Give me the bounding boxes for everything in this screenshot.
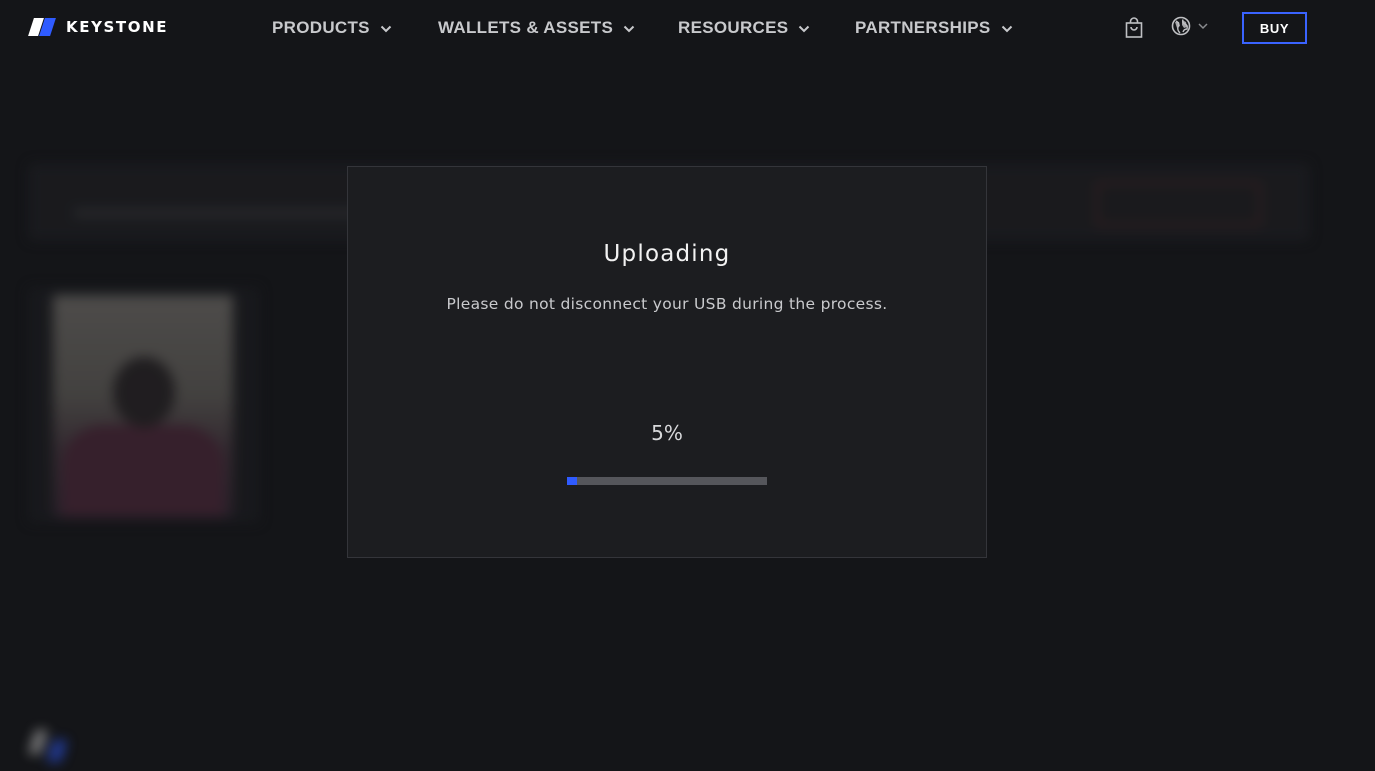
device-image [53, 295, 233, 517]
nav-item-label: PRODUCTS [272, 18, 370, 37]
nav-item-label: RESOURCES [678, 18, 789, 37]
chevron-down-icon [1197, 19, 1209, 37]
chevron-down-icon [797, 21, 811, 35]
upload-progress-dialog: Uploading Please do not disconnect your … [347, 166, 987, 558]
buy-button[interactable]: BUY [1242, 12, 1307, 44]
keystone-logo[interactable]: KEYSTONE [28, 17, 169, 37]
shopping-bag-icon[interactable] [1124, 17, 1144, 39]
chevron-down-icon [1000, 21, 1014, 35]
globe-icon [1171, 16, 1191, 41]
nav-item-label: WALLETS & ASSETS [438, 18, 614, 37]
brand-name: KEYSTONE [66, 18, 169, 36]
disconnect-button [1096, 182, 1261, 226]
nav-item-wallets-assets[interactable]: WALLETS & ASSETS [438, 17, 636, 39]
dialog-title: Uploading [603, 241, 731, 267]
dialog-message: Please do not disconnect your USB during… [446, 295, 888, 313]
chevron-down-icon [622, 21, 636, 35]
nav-item-label: PARTNERSHIPS [855, 18, 991, 37]
keystone-logo-icon [28, 17, 56, 37]
top-nav: KEYSTONE PRODUCTS WALLETS & ASSETS RESOU… [0, 0, 1375, 56]
nav-item-partnerships[interactable]: PARTNERSHIPS [855, 17, 1014, 39]
nav-item-resources[interactable]: RESOURCES [678, 17, 811, 39]
language-selector[interactable] [1171, 16, 1213, 41]
progress-bar-fill [567, 477, 577, 485]
chevron-down-icon [379, 21, 393, 35]
progress-bar [567, 477, 767, 485]
footer-logo [28, 730, 70, 764]
nav-item-products[interactable]: PRODUCTS [272, 17, 393, 39]
progress-percentage: 5% [651, 421, 683, 445]
